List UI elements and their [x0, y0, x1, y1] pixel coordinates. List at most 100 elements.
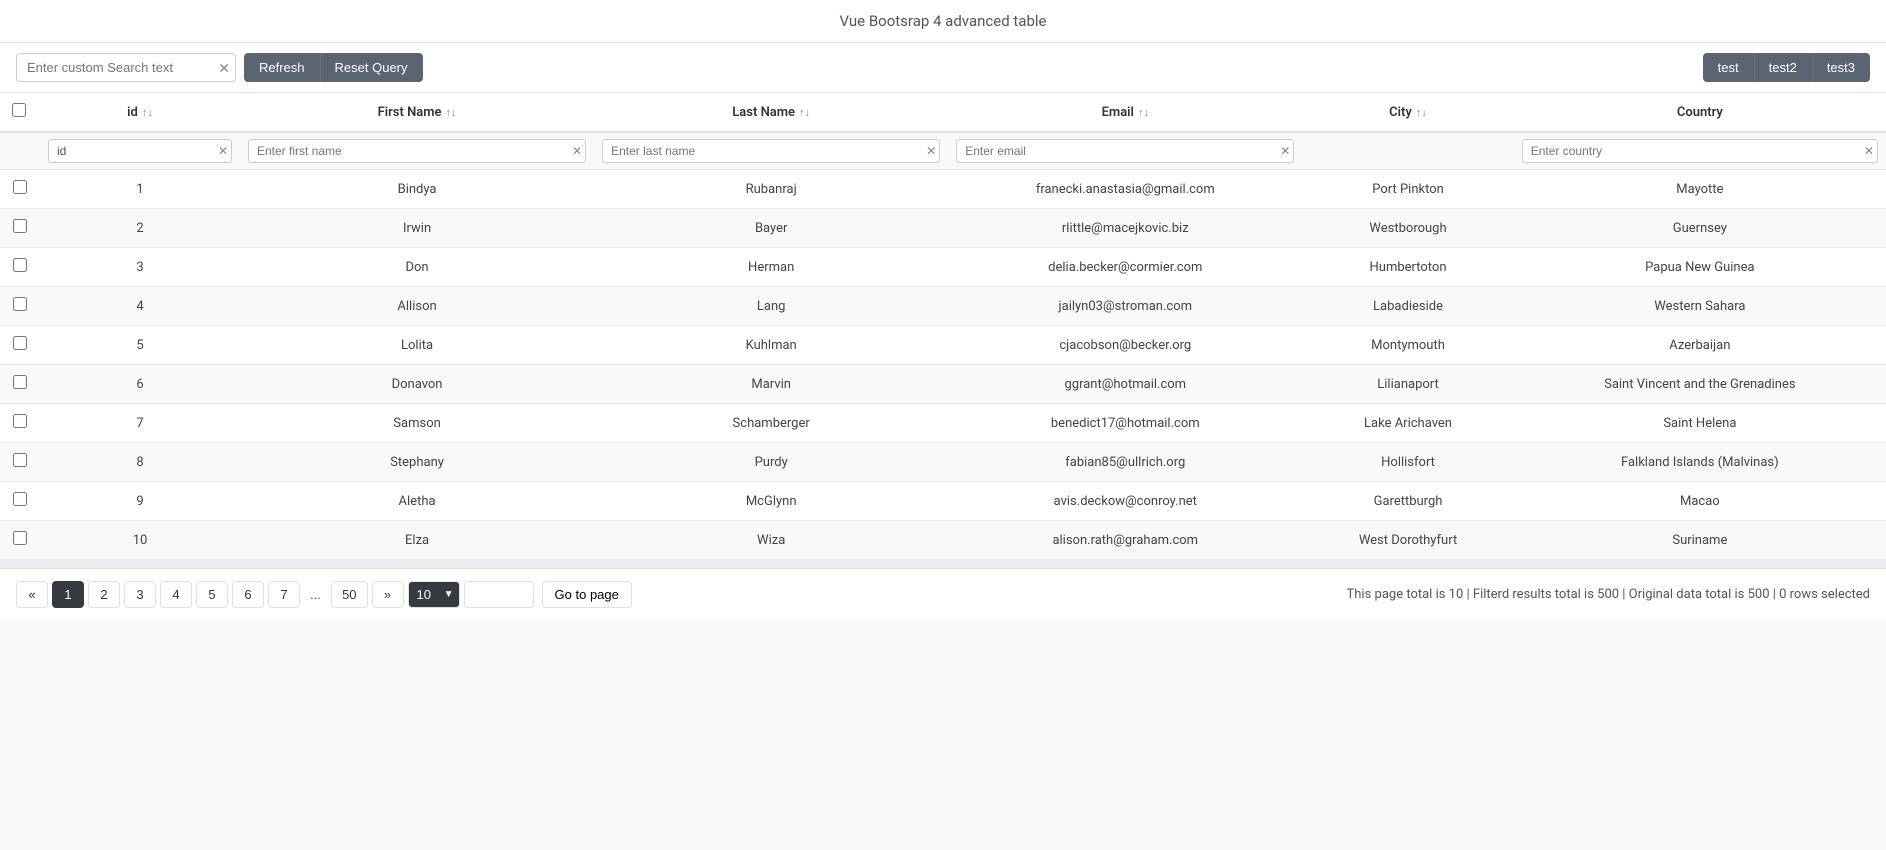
row-checkbox[interactable]: [13, 297, 27, 311]
reset-query-button[interactable]: Reset Query: [320, 53, 423, 82]
filter-first-name-clear[interactable]: ✕: [572, 144, 582, 158]
col-header-city[interactable]: City ↑↓: [1302, 93, 1513, 132]
filter-id-cell: ✕: [40, 132, 240, 170]
sort-icon-id: ↑↓: [142, 106, 153, 119]
row-email: ggrant@hotmail.com: [948, 365, 1302, 404]
table-body: 1 Bindya Rubanraj franecki.anastasia@gma…: [0, 170, 1886, 560]
row-last-name: Lang: [594, 287, 948, 326]
row-last-name: Herman: [594, 248, 948, 287]
filter-city-cell: [1302, 132, 1513, 170]
row-checkbox-cell: [0, 209, 40, 248]
filter-id-clear[interactable]: ✕: [218, 144, 228, 158]
table-header-row: id ↑↓ First Name ↑↓ Last Name ↑↓: [0, 93, 1886, 132]
row-id: 8: [40, 443, 240, 482]
tab-test2[interactable]: test2: [1754, 53, 1812, 82]
row-checkbox[interactable]: [13, 531, 27, 545]
row-checkbox-cell: [0, 404, 40, 443]
row-checkbox[interactable]: [13, 453, 27, 467]
col-header-country[interactable]: Country: [1514, 93, 1886, 132]
search-clear-button[interactable]: ✕: [218, 61, 230, 75]
filter-last-name-input[interactable]: [602, 139, 940, 163]
row-city: Montymouth: [1302, 326, 1513, 365]
row-last-name: Bayer: [594, 209, 948, 248]
col-label-id: id: [127, 105, 138, 120]
row-first-name: Irwin: [240, 209, 594, 248]
table-row: 8 Stephany Purdy fabian85@ullrich.org Ho…: [0, 443, 1886, 482]
row-last-name: Schamberger: [594, 404, 948, 443]
go-to-page-input[interactable]: [464, 581, 534, 608]
row-country: Suriname: [1514, 521, 1886, 560]
refresh-button[interactable]: Refresh: [244, 53, 320, 82]
row-country: Falkland Islands (Malvinas): [1514, 443, 1886, 482]
row-email: rlittle@macejkovic.biz: [948, 209, 1302, 248]
filter-email-input[interactable]: [956, 139, 1294, 163]
table-row: 5 Lolita Kuhlman cjacobson@becker.org Mo…: [0, 326, 1886, 365]
scrollbar[interactable]: [0, 560, 1886, 568]
row-checkbox[interactable]: [13, 492, 27, 506]
row-email: cjacobson@becker.org: [948, 326, 1302, 365]
go-to-page-button[interactable]: Go to page: [542, 581, 632, 608]
row-first-name: Lolita: [240, 326, 594, 365]
filter-id-input[interactable]: [48, 139, 232, 163]
row-checkbox[interactable]: [13, 336, 27, 350]
row-country: Western Sahara: [1514, 287, 1886, 326]
filter-last-name-clear[interactable]: ✕: [926, 144, 936, 158]
pagination-page-2[interactable]: 2: [88, 581, 120, 608]
row-checkbox-cell: [0, 326, 40, 365]
pagination-page-3[interactable]: 3: [124, 581, 156, 608]
row-country: Saint Vincent and the Grenadines: [1514, 365, 1886, 404]
row-last-name: McGlynn: [594, 482, 948, 521]
row-id: 1: [40, 170, 240, 209]
row-city: West Dorothyfurt: [1302, 521, 1513, 560]
col-header-email[interactable]: Email ↑↓: [948, 93, 1302, 132]
filter-country-clear[interactable]: ✕: [1864, 144, 1874, 158]
table-row: 1 Bindya Rubanraj franecki.anastasia@gma…: [0, 170, 1886, 209]
table-row: 7 Samson Schamberger benedict17@hotmail.…: [0, 404, 1886, 443]
row-city: Garettburgh: [1302, 482, 1513, 521]
row-city: Lake Arichaven: [1302, 404, 1513, 443]
filter-first-name-input[interactable]: [248, 139, 586, 163]
pagination-page-7[interactable]: 7: [268, 581, 300, 608]
pagination-page-5[interactable]: 5: [196, 581, 228, 608]
row-checkbox[interactable]: [13, 375, 27, 389]
pagination-page-1[interactable]: 1: [52, 581, 84, 608]
tab-test1[interactable]: test: [1703, 53, 1754, 82]
row-checkbox-cell: [0, 170, 40, 209]
sort-icon-first-name: ↑↓: [446, 106, 457, 119]
row-checkbox[interactable]: [13, 414, 27, 428]
col-header-last-name[interactable]: Last Name ↑↓: [594, 93, 948, 132]
sort-icon-last-name: ↑↓: [799, 106, 810, 119]
search-input[interactable]: [16, 53, 236, 82]
row-checkbox[interactable]: [13, 219, 27, 233]
pagination-prev[interactable]: «: [16, 581, 48, 608]
row-checkbox-cell: [0, 443, 40, 482]
row-email: franecki.anastasia@gmail.com: [948, 170, 1302, 209]
pagination-page-50[interactable]: 50: [331, 581, 367, 608]
col-header-id[interactable]: id ↑↓: [40, 93, 240, 132]
col-header-first-name[interactable]: First Name ↑↓: [240, 93, 594, 132]
select-all-checkbox[interactable]: [12, 103, 26, 117]
row-last-name: Kuhlman: [594, 326, 948, 365]
select-all-header: [0, 93, 40, 132]
page-title: Vue Bootsrap 4 advanced table: [0, 0, 1886, 43]
tab-test3[interactable]: test3: [1812, 53, 1870, 82]
row-checkbox[interactable]: [13, 258, 27, 272]
filter-country-input[interactable]: [1522, 139, 1878, 163]
row-id: 4: [40, 287, 240, 326]
pagination-next[interactable]: »: [372, 581, 404, 608]
pagination-page-4[interactable]: 4: [160, 581, 192, 608]
row-email: alison.rath@graham.com: [948, 521, 1302, 560]
row-email: jailyn03@stroman.com: [948, 287, 1302, 326]
filter-row: ✕ ✕ ✕: [0, 132, 1886, 170]
sort-icon-city: ↑↓: [1416, 106, 1427, 119]
pagination-page-6[interactable]: 6: [232, 581, 264, 608]
row-checkbox[interactable]: [13, 180, 27, 194]
filter-email-clear[interactable]: ✕: [1280, 144, 1290, 158]
row-city: Labadieside: [1302, 287, 1513, 326]
table-row: 6 Donavon Marvin ggrant@hotmail.com Lili…: [0, 365, 1886, 404]
filter-checkbox-cell: [0, 132, 40, 170]
row-first-name: Samson: [240, 404, 594, 443]
row-first-name: Aletha: [240, 482, 594, 521]
row-email: fabian85@ullrich.org: [948, 443, 1302, 482]
per-page-select[interactable]: 10 25 50 100: [408, 581, 460, 608]
